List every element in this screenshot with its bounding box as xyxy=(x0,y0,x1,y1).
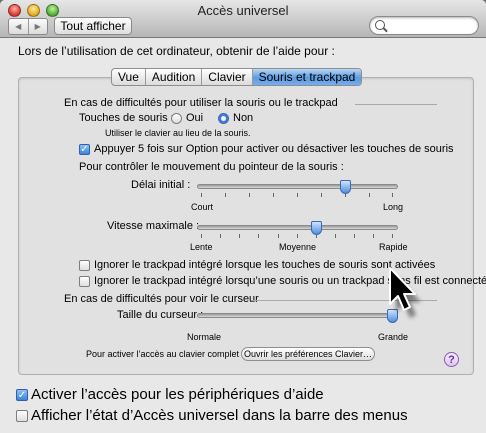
pointer-control-label: Pour contrôler le mouvement du pointeur … xyxy=(79,161,344,173)
mouse-pointer-icon xyxy=(389,267,421,318)
ignore-trackpad-wireless-label: Ignorer le trackpad intégré lorsqu’une s… xyxy=(94,275,486,287)
initial-delay-slider-track[interactable] xyxy=(197,184,398,189)
tab-vue[interactable]: Vue xyxy=(112,69,145,85)
mouse-section-title: En cas de difficultés pour utiliser la s… xyxy=(64,97,338,109)
initial-delay-slider-knob[interactable] xyxy=(339,180,351,194)
back-arrow-icon: ◀ xyxy=(15,22,22,31)
cursor-size-slider-track[interactable] xyxy=(197,313,398,318)
max-speed-max-label: Rapide xyxy=(379,242,408,252)
open-keyboard-preferences-button[interactable]: Ouvrir les préférences Clavier… xyxy=(241,347,375,361)
tab-clavier[interactable]: Clavier xyxy=(201,69,251,85)
max-speed-mid-label: Moyenne xyxy=(279,242,317,252)
forward-button[interactable]: ▶ xyxy=(27,19,48,34)
max-speed-ticks xyxy=(201,234,393,238)
window-toolbar: Accès universel ◀ ▶ Tout afficher xyxy=(0,0,486,38)
forward-arrow-icon: ▶ xyxy=(34,22,41,31)
initial-delay-label: Délai initial : xyxy=(131,179,191,191)
search-icon xyxy=(375,20,385,30)
help-button[interactable]: ? xyxy=(444,352,459,367)
preferences-window: Accès universel ◀ ▶ Tout afficher Lors d… xyxy=(0,0,486,433)
search-field[interactable] xyxy=(369,16,479,35)
ignore-trackpad-mouse-keys-checkbox[interactable] xyxy=(79,260,90,271)
assistive-devices-label: Activer l’accès pour les périphériques d… xyxy=(31,386,324,403)
tab-bar: Vue Audition Clavier Souris et trackpad xyxy=(111,68,363,86)
cursor-size-min-label: Normale xyxy=(187,332,222,342)
option-five-times-checkbox[interactable]: ✓ xyxy=(79,144,90,155)
mouse-keys-yes-label: Oui xyxy=(186,112,204,124)
mouse-keys-no-label: Non xyxy=(233,112,254,124)
show-status-menu-bar-checkbox[interactable] xyxy=(16,410,28,422)
back-button[interactable]: ◀ xyxy=(9,19,28,34)
mouse-keys-hint: Utiliser le clavier au lieu de la souris… xyxy=(105,128,251,138)
ignore-trackpad-mouse-keys-label: Ignorer le trackpad intégré lorsque les … xyxy=(94,259,436,271)
max-speed-label: Vitesse maximale : xyxy=(107,220,200,232)
initial-delay-ticks xyxy=(201,193,393,197)
tab-panel: En cas de difficultés pour utiliser la s… xyxy=(18,77,486,375)
mouse-keys-no-radio[interactable] xyxy=(218,113,229,124)
show-status-menu-bar-label: Afficher l’état d’Accès universel dans l… xyxy=(31,407,408,424)
assistive-devices-checkbox[interactable]: ✓ xyxy=(16,389,28,401)
intro-text: Lors de l’utilisation de cet ordinateur,… xyxy=(18,44,335,58)
back-forward-buttons: ◀ ▶ xyxy=(8,18,48,35)
question-mark-icon: ? xyxy=(448,353,455,366)
keyboard-access-label: Pour activer l’accès au clavier complet … xyxy=(86,349,245,359)
option-five-times-label: Appuyer 5 fois sur Option pour activer o… xyxy=(94,143,454,155)
tab-souris-et-trackpad[interactable]: Souris et trackpad xyxy=(251,69,362,85)
initial-delay-min-label: Court xyxy=(191,202,214,212)
max-speed-min-label: Lente xyxy=(190,242,213,252)
max-speed-slider-knob[interactable] xyxy=(311,221,322,235)
cursor-size-max-label: Grande xyxy=(378,332,409,342)
cursor-section-title: En cas de difficultés pour voir le curse… xyxy=(64,293,259,305)
max-speed-slider-track[interactable] xyxy=(197,225,398,230)
show-all-button[interactable]: Tout afficher xyxy=(54,17,132,35)
mouse-keys-yes-radio[interactable] xyxy=(171,113,182,124)
section-divider xyxy=(355,104,437,105)
ignore-trackpad-wireless-checkbox[interactable] xyxy=(79,276,90,287)
checkmark-icon: ✓ xyxy=(17,390,27,401)
tab-audition[interactable]: Audition xyxy=(144,69,201,85)
initial-delay-max-label: Long xyxy=(383,202,404,212)
checkmark-icon: ✓ xyxy=(80,144,89,155)
mouse-keys-label: Touches de souris : xyxy=(79,112,174,124)
cursor-size-label: Taille du curseur : xyxy=(117,309,204,321)
